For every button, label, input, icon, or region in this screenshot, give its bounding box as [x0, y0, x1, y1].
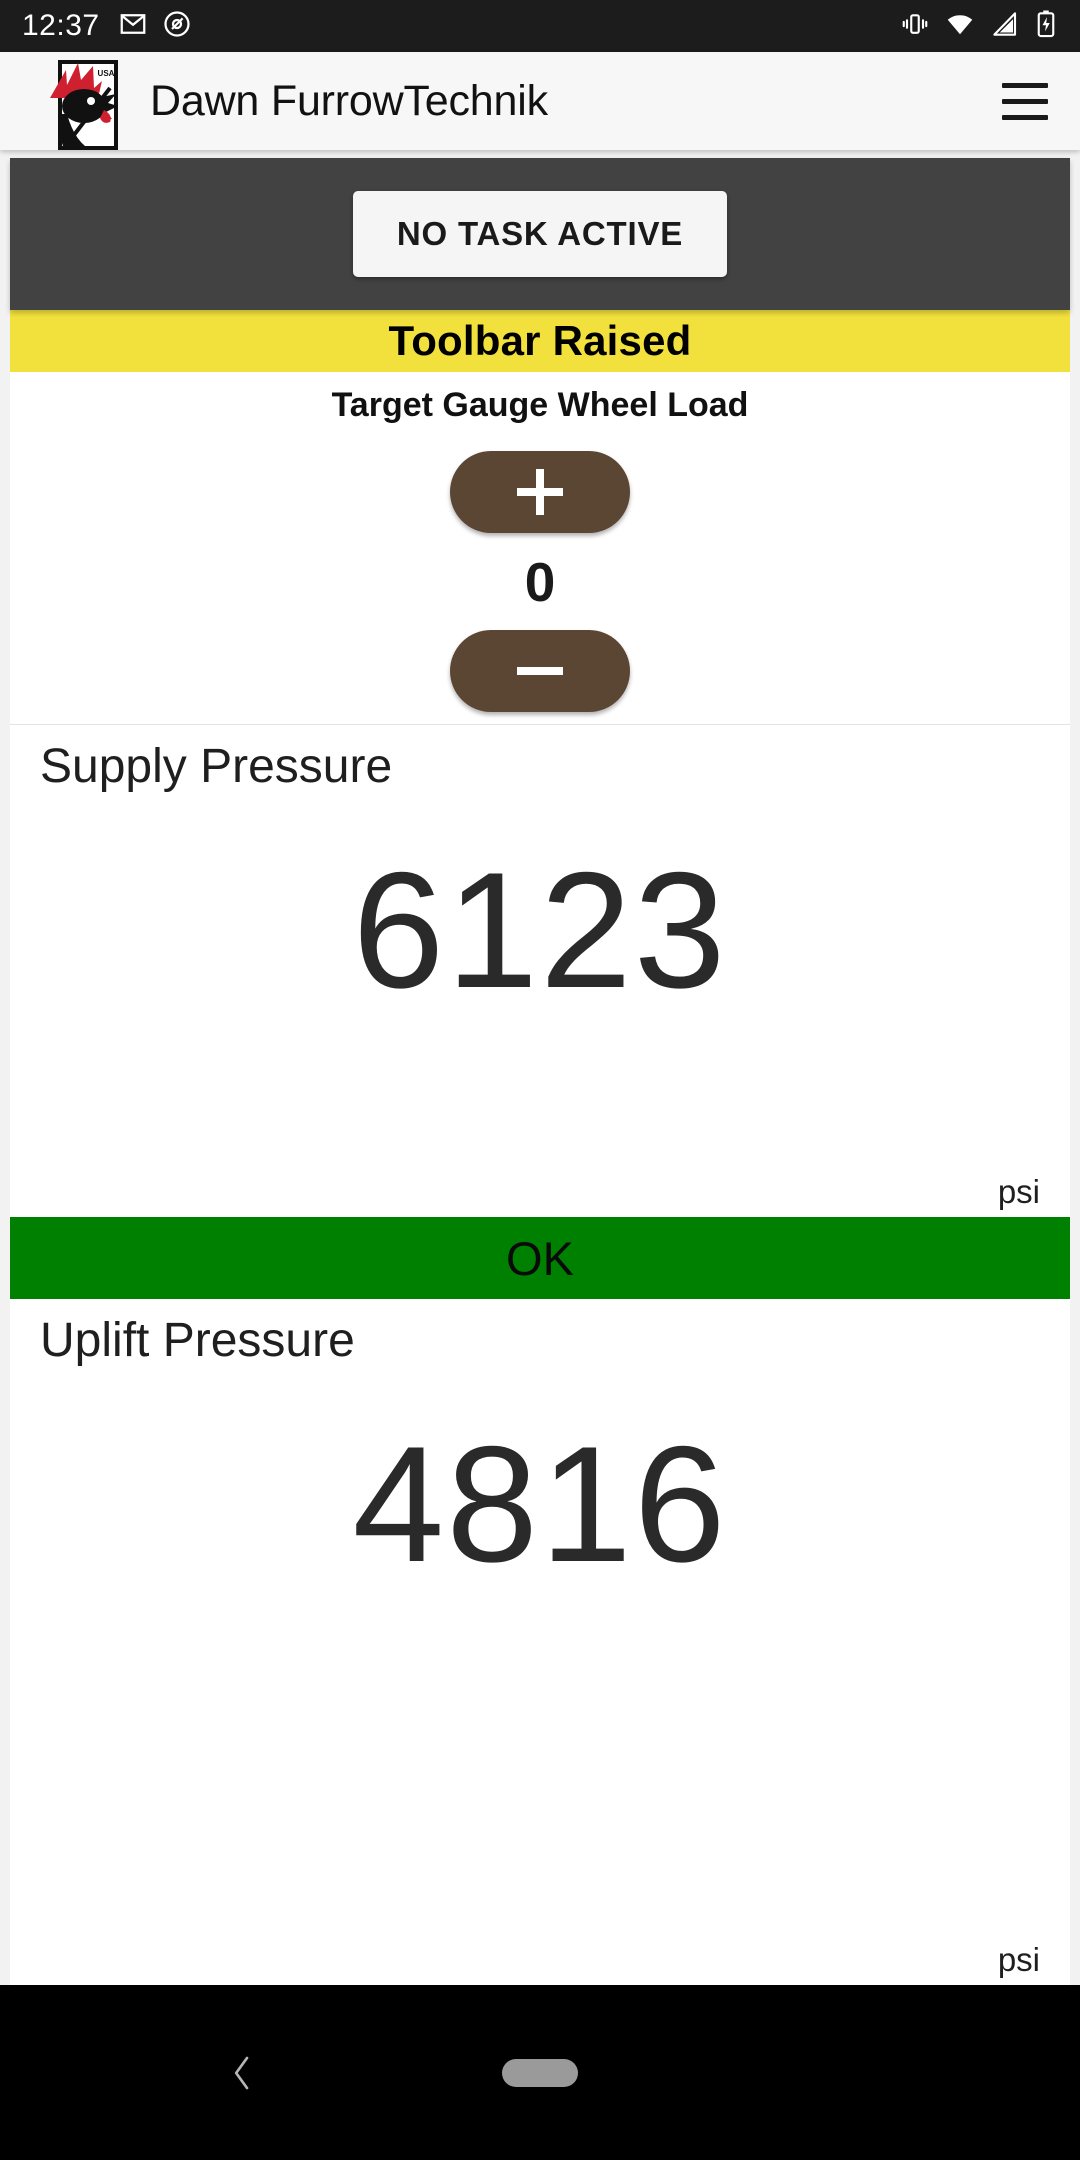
- status-system-icons: [900, 9, 1058, 44]
- supply-pressure-value: 6123: [352, 837, 728, 1022]
- gmail-icon: [118, 9, 148, 44]
- vibrate-icon: [900, 9, 930, 44]
- increment-button-row: [10, 451, 1070, 533]
- main-content: NO TASK ACTIVE Toolbar Raised Target Gau…: [0, 150, 1080, 1985]
- uplift-pressure-label: Uplift Pressure: [40, 1314, 355, 1367]
- gauge-wheel-load-value: 0: [524, 551, 556, 613]
- app-bar: USA Dawn FurrowTechnik: [0, 52, 1080, 150]
- menu-icon[interactable]: [994, 70, 1056, 132]
- task-panel: NO TASK ACTIVE: [10, 158, 1070, 310]
- supply-pressure-unit: psi: [997, 1173, 1040, 1210]
- cell-signal-icon: [990, 9, 1020, 44]
- page-title: Dawn FurrowTechnik: [150, 76, 548, 125]
- assistant-icon: [162, 9, 192, 44]
- decrement-button-row: [10, 630, 1070, 712]
- plus-icon: [517, 469, 563, 515]
- uplift-pressure-unit: psi: [997, 1941, 1040, 1978]
- uplift-pressure-card: Uplift Pressure 4816 psi: [10, 1299, 1070, 1985]
- app-screen: 12:37 USA Dawn FurrowTechnik NO TASK ACT…: [0, 0, 1080, 2160]
- menu-icon-bar: [1002, 98, 1048, 104]
- status-clock: 12:37: [22, 9, 100, 42]
- increase-gauge-wheel-load-button[interactable]: [450, 451, 630, 533]
- uplift-pressure-value: 4816: [352, 1411, 728, 1596]
- toolbar-status-text: Toolbar Raised: [388, 317, 692, 364]
- minus-icon: [517, 667, 563, 675]
- menu-icon-bar: [1002, 114, 1048, 120]
- toolbar-status-banner: Toolbar Raised: [10, 310, 1070, 372]
- supply-pressure-label: Supply Pressure: [40, 740, 393, 793]
- system-status-bar: 12:37: [0, 0, 1080, 52]
- task-status-button[interactable]: NO TASK ACTIVE: [352, 191, 728, 277]
- back-icon[interactable]: [222, 2053, 262, 2093]
- battery-charging-icon: [1034, 9, 1058, 44]
- dawn-equipment-rooster-logo: USA: [36, 54, 122, 150]
- stepper-title: Target Gauge Wheel Load: [331, 386, 749, 424]
- decrease-gauge-wheel-load-button[interactable]: [450, 630, 630, 712]
- wifi-icon: [944, 9, 976, 44]
- supply-pressure-status-text: OK: [506, 1231, 574, 1285]
- system-navigation-bar: [0, 1985, 1080, 2160]
- menu-icon-bar: [1002, 82, 1048, 88]
- supply-pressure-card: Supply Pressure 6123 psi: [10, 725, 1070, 1217]
- supply-pressure-status-banner: OK: [10, 1217, 1070, 1299]
- target-gauge-wheel-load-card: Target Gauge Wheel Load 0: [10, 372, 1070, 725]
- home-pill[interactable]: [502, 2058, 578, 2087]
- svg-text:USA: USA: [98, 69, 115, 78]
- status-notification-icons: [118, 9, 192, 44]
